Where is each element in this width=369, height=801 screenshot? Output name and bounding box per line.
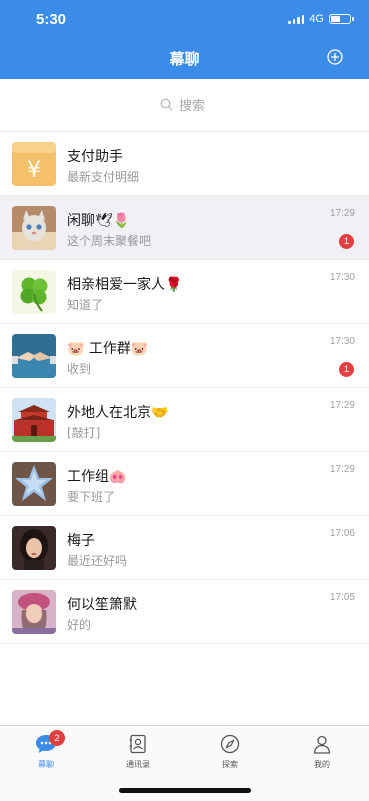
contacts-icon — [129, 734, 146, 754]
search-input[interactable]: 搜索 — [160, 95, 205, 114]
svg-text:¥: ¥ — [27, 158, 41, 183]
person-icon — [313, 735, 331, 754]
home-indicator — [119, 788, 251, 793]
chat-time: 17:29 — [329, 400, 355, 411]
chat-name: 外地人在北京🤝 — [67, 405, 169, 421]
chat-preview: 这个周末聚餐吧 — [67, 234, 152, 248]
status-time: 5:30 — [36, 11, 67, 28]
chat-preview: 收到 — [67, 362, 92, 376]
search-placeholder: 搜索 — [179, 99, 206, 114]
chat-item-payment[interactable]: ¥ 支付助手 最新支付明细 — [0, 132, 369, 196]
add-plus-icon[interactable] — [327, 49, 343, 65]
chat-item-heyishengxiaomo[interactable]: 何以笙箫默 好的 17:05 — [0, 580, 369, 644]
page-title: 幕聊 — [169, 50, 200, 68]
chat-time: 17:05 — [329, 592, 355, 603]
chat-item-beijing[interactable]: 外地人在北京🤝 [敲打] 17:29 — [0, 388, 369, 452]
tab-label: 探索 — [222, 760, 238, 769]
chat-time: 17:30 — [329, 272, 355, 283]
chat-name: 工作组🐽 — [67, 469, 127, 485]
woman-photo — [12, 526, 56, 570]
chat-preview: 知道了 — [67, 298, 104, 312]
chat-name: 🐷 工作群🐷 — [67, 341, 149, 357]
tiananmen-photo — [12, 398, 56, 442]
chat-preview: 好的 — [67, 618, 92, 632]
clover-photo — [12, 270, 56, 314]
signal-icon — [288, 14, 305, 24]
top-bar: 5:30 4G 幕聊 — [0, 0, 369, 79]
tab-explore[interactable]: 探索 — [200, 734, 260, 770]
battery-icon — [329, 14, 354, 24]
handshake-photo — [12, 334, 56, 378]
tab-me[interactable]: 我的 — [292, 734, 352, 770]
chat-time: 17:30 — [329, 336, 355, 347]
chat-name: 闲聊🕊🌷 — [67, 213, 131, 229]
chat-preview: 要下班了 — [67, 490, 116, 504]
status-indicators: 4G — [288, 13, 354, 25]
tab-chats[interactable]: 2 幕聊 — [16, 730, 76, 770]
chat-name: 梅子 — [67, 533, 95, 549]
chat-name: 相亲相爱一家人🌹 — [67, 277, 183, 293]
star-hands-photo — [12, 462, 56, 506]
compass-icon — [220, 734, 240, 754]
search-bar[interactable]: 搜索 — [0, 79, 369, 132]
chat-time: 17:06 — [329, 528, 355, 539]
unread-badge: 1 — [339, 362, 354, 377]
chat-time: 17:29 — [329, 464, 355, 475]
chat-item-xianliao[interactable]: 闲聊🕊🌷 这个周末聚餐吧 17:29 1 — [0, 196, 369, 260]
cat-photo — [12, 206, 56, 250]
chat-preview: 最新支付明细 — [67, 170, 140, 184]
tab-label: 通讯录 — [126, 760, 150, 769]
chat-time: 17:29 — [329, 208, 355, 219]
chat-item-family[interactable]: 相亲相爱一家人🌹 知道了 17:30 — [0, 260, 369, 324]
tab-badge: 2 — [49, 730, 65, 746]
tab-label: 幕聊 — [38, 760, 54, 769]
search-icon — [160, 98, 173, 111]
chat-name: 何以笙箫默 — [67, 597, 137, 613]
chat-item-meizi[interactable]: 梅子 最近还好吗 17:06 — [0, 516, 369, 580]
unread-badge: 1 — [339, 234, 354, 249]
tab-label: 我的 — [314, 760, 330, 769]
payment-yen-icon: ¥ — [12, 142, 56, 186]
chat-preview: [敲打] — [67, 426, 101, 440]
network-type: 4G — [309, 13, 324, 25]
chat-name: 支付助手 — [67, 149, 123, 165]
chat-item-workgroup[interactable]: 🐷 工作群🐷 收到 17:30 1 — [0, 324, 369, 388]
tab-contacts[interactable]: 通讯录 — [108, 734, 168, 770]
chat-item-workteam[interactable]: 工作组🐽 要下班了 17:29 — [0, 452, 369, 516]
girl-hat-photo — [12, 590, 56, 634]
chat-preview: 最近还好吗 — [67, 554, 128, 568]
